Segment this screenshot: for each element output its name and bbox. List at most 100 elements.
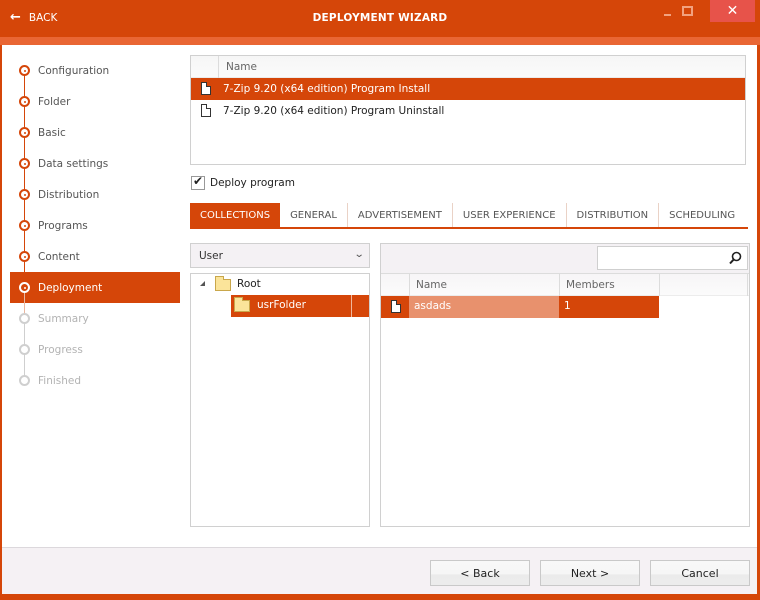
column-separator [218, 56, 219, 78]
step-programs[interactable]: Programs [10, 210, 180, 252]
step-deployment[interactable]: Deployment [10, 272, 180, 314]
checkbox-checked-icon[interactable] [191, 174, 205, 190]
step-status-icon [19, 282, 30, 293]
file-icon [201, 104, 211, 117]
next-button[interactable]: Next > [540, 560, 640, 586]
step-connector [24, 168, 25, 190]
deploy-program-checkbox[interactable]: Deploy program [191, 174, 295, 190]
collection-type-select[interactable]: User ⌄ [190, 243, 370, 268]
collection-folder-tree: Root usrFolder [190, 273, 370, 527]
folder-icon [234, 297, 250, 312]
cancel-button[interactable]: Cancel [650, 560, 750, 586]
step-connector [24, 106, 25, 128]
tab-advertisement[interactable]: ADVERTISEMENT [348, 203, 453, 227]
column-separator [559, 274, 560, 296]
collection-name: asdads [414, 300, 452, 312]
step-connector [24, 75, 25, 97]
step-label: Progress [38, 343, 83, 356]
tree-node-separator [351, 295, 352, 317]
step-label: Folder [38, 95, 71, 108]
step-label: Content [38, 250, 80, 263]
folder-icon [215, 276, 231, 291]
step-progress[interactable]: Progress [10, 334, 180, 376]
step-status-icon [19, 313, 30, 324]
window-title: DEPLOYMENT WIZARD [312, 12, 448, 24]
column-separator [659, 274, 660, 296]
step-connector [24, 137, 25, 159]
maximize-button[interactable] [672, 0, 702, 22]
column-separator [747, 274, 748, 296]
step-label: Data settings [38, 157, 109, 170]
step-label: Deployment [38, 281, 103, 294]
step-configuration[interactable]: Configuration [10, 55, 180, 97]
grid-row[interactable]: asdads 1 [381, 296, 659, 318]
tree-node-root[interactable]: Root [191, 274, 369, 296]
close-icon: ✕ [726, 3, 739, 19]
step-label: Configuration [38, 64, 110, 77]
collection-members: 1 [564, 300, 571, 312]
members-cell[interactable]: 1 [559, 296, 659, 318]
column-separator [409, 274, 410, 296]
step-connector [24, 261, 25, 283]
maximize-icon [681, 6, 693, 16]
title-accent-bar [0, 37, 760, 45]
step-status-icon [19, 65, 30, 76]
column-header-name[interactable]: Name [226, 61, 257, 73]
step-label: Finished [38, 374, 82, 387]
tree-node-label: usrFolder [257, 299, 306, 311]
step-label: Distribution [38, 188, 100, 201]
step-connector [24, 354, 25, 376]
step-status-icon [19, 220, 30, 231]
step-summary[interactable]: Summary [10, 303, 180, 345]
step-status-icon [19, 251, 30, 262]
minimize-icon [663, 14, 671, 16]
step-status-icon [19, 158, 30, 169]
step-status-icon [19, 189, 30, 200]
step-content[interactable]: Content [10, 241, 180, 283]
grid-header: Name Members [381, 274, 749, 296]
step-finished[interactable]: Finished [10, 365, 180, 396]
window-border-bottom [0, 594, 760, 600]
tree-node-label: Root [237, 278, 261, 290]
tab-distribution[interactable]: DISTRIBUTION [567, 203, 660, 227]
back-button[interactable]: < Back [430, 560, 530, 586]
column-header-members[interactable]: Members [566, 279, 615, 291]
collections-grid: Name Members asdads 1 [380, 243, 750, 527]
column-header-name[interactable]: Name [416, 279, 447, 291]
wizard-steps: Configuration Folder Basic Data settings Dis… [10, 55, 180, 396]
tab-general[interactable]: GENERAL [280, 203, 348, 227]
step-status-icon [19, 96, 30, 107]
step-status-icon [19, 375, 30, 386]
programs-list-header: Name [191, 56, 745, 78]
deploy-program-label: Deploy program [210, 177, 295, 189]
tab-collections[interactable]: COLLECTIONS [190, 203, 281, 227]
step-connector [24, 323, 25, 345]
step-data-settings[interactable]: Data settings [10, 148, 180, 190]
program-name: 7-Zip 9.20 (x64 edition) Program Install [223, 83, 431, 95]
tree-node-usrfolder[interactable]: usrFolder [231, 295, 369, 317]
close-button[interactable]: ✕ [710, 0, 755, 22]
step-connector [24, 199, 25, 221]
program-row[interactable]: 7-Zip 9.20 (x64 edition) Program Uninsta… [191, 100, 745, 122]
file-icon [391, 300, 401, 313]
deployment-tabs: COLLECTIONS GENERAL ADVERTISEMENT USER EXPE… [190, 203, 748, 229]
collection-type-value: User [199, 249, 223, 262]
step-folder[interactable]: Folder [10, 86, 180, 128]
tab-user-experience[interactable]: USER EXPERIENCE [453, 203, 567, 227]
chevron-down-icon: ⌄ [353, 249, 365, 260]
step-basic[interactable]: Basic [10, 117, 180, 159]
step-connector [24, 230, 25, 252]
step-status-icon [19, 344, 30, 355]
search-input[interactable] [597, 246, 748, 270]
tab-scheduling[interactable]: SCHEDULING [659, 203, 745, 227]
name-cell[interactable]: asdads [409, 296, 559, 318]
step-distribution[interactable]: Distribution [10, 179, 180, 221]
search-icon[interactable] [729, 251, 742, 265]
row-indicator-cell [381, 296, 409, 318]
wizard-footer: < Back Next > Cancel [2, 547, 757, 594]
window-border-left [0, 45, 2, 600]
program-row[interactable]: 7-Zip 9.20 (x64 edition) Program Install [191, 78, 745, 100]
expand-collapse-icon[interactable] [200, 281, 205, 286]
step-status-icon [19, 127, 30, 138]
step-connector [24, 292, 25, 314]
